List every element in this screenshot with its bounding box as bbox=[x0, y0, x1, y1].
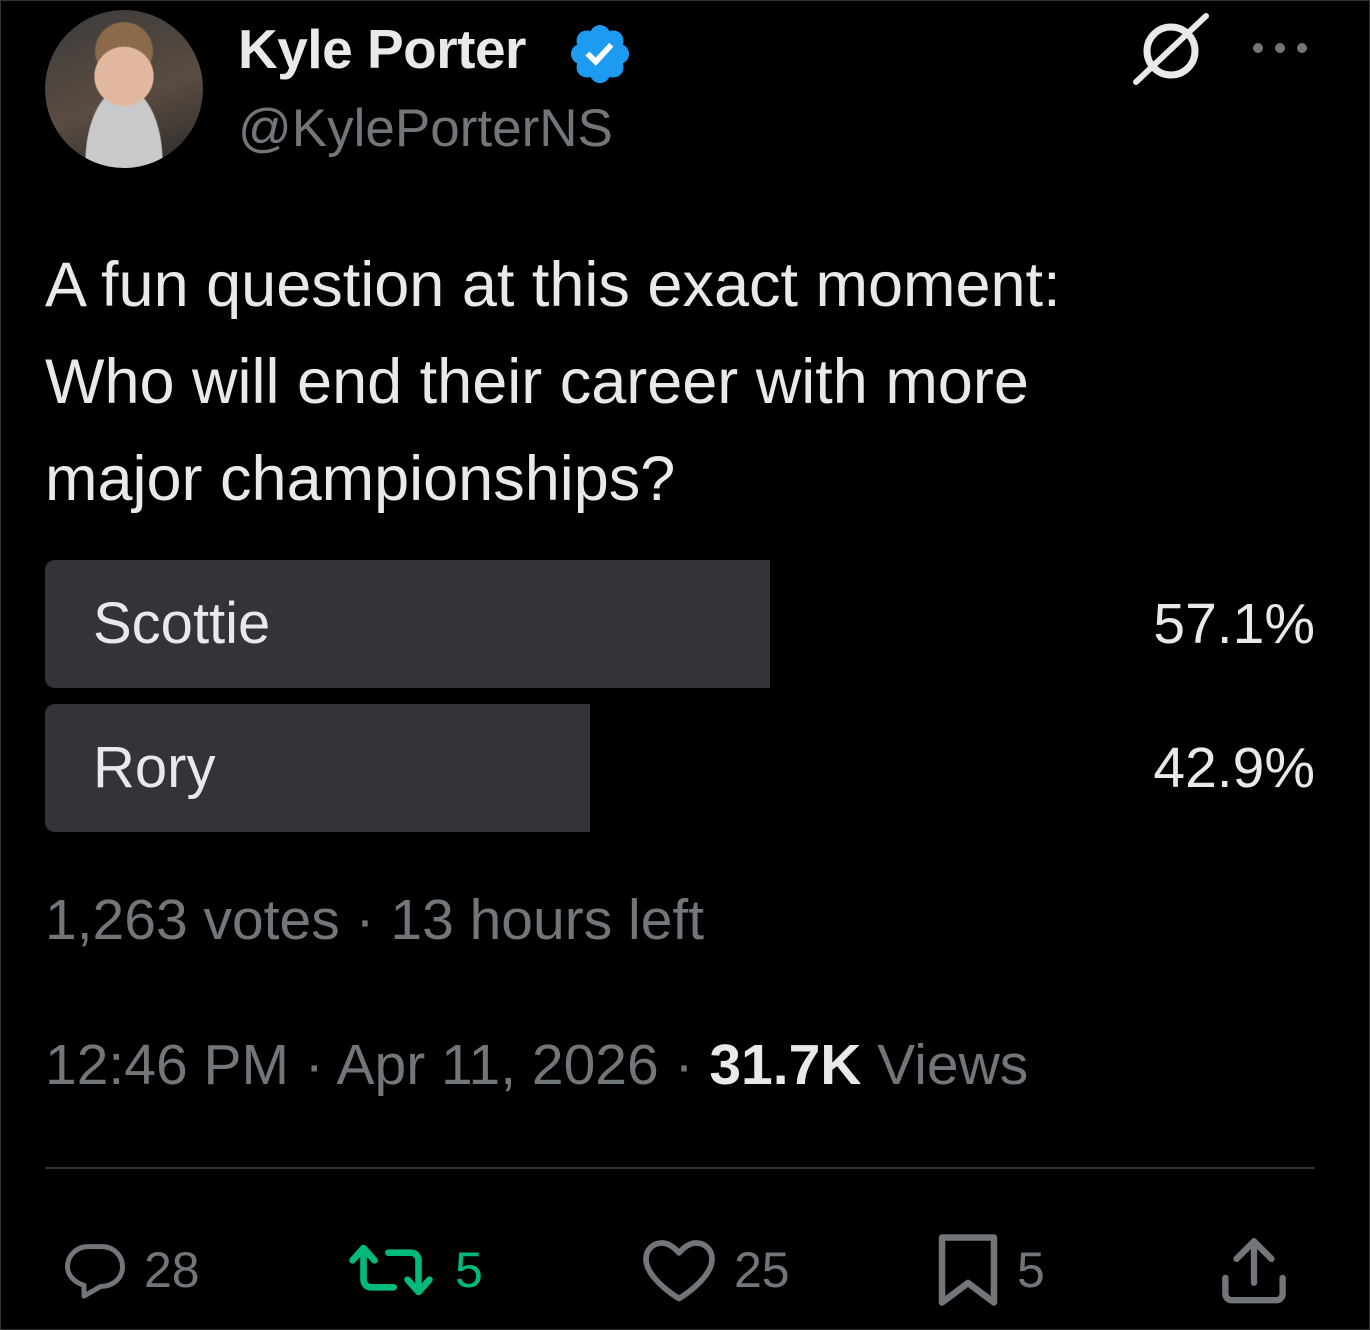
share-button[interactable] bbox=[1215, 1225, 1293, 1315]
reply-icon bbox=[65, 1244, 125, 1299]
timestamp[interactable]: 12:46 PM · Apr 11, 2026 · bbox=[45, 1033, 709, 1097]
bookmark-icon bbox=[938, 1234, 998, 1306]
retweet-icon bbox=[349, 1244, 433, 1296]
poll-option-label: Scottie bbox=[93, 591, 271, 656]
heart-icon bbox=[643, 1240, 715, 1302]
tweet-text-line: A fun question at this exact moment: bbox=[45, 250, 1061, 320]
poll-option-rory[interactable]: Rory 42.9% bbox=[45, 704, 1315, 832]
like-button[interactable]: 25 bbox=[640, 1225, 790, 1315]
divider bbox=[45, 1167, 1315, 1169]
retweet-button[interactable]: 5 bbox=[343, 1225, 483, 1315]
verified-badge-icon bbox=[570, 24, 630, 84]
tweet-text-line: Who will end their career with more bbox=[45, 347, 1029, 417]
poll-option-label: Rory bbox=[93, 735, 216, 800]
reply-button[interactable]: 28 bbox=[62, 1225, 200, 1315]
reply-count: 28 bbox=[144, 1242, 200, 1298]
tweet-text: A fun question at this exact moment: Who… bbox=[45, 237, 1325, 528]
share-icon bbox=[1222, 1238, 1286, 1304]
grok-icon[interactable] bbox=[1130, 10, 1212, 88]
tweet-text-line: major championships? bbox=[45, 444, 676, 514]
poll-option-percent: 57.1% bbox=[1153, 592, 1315, 656]
poll-meta: 1,263 votes · 13 hours left bbox=[45, 888, 705, 952]
bookmark-button[interactable]: 5 bbox=[935, 1225, 1045, 1315]
like-count: 25 bbox=[734, 1242, 790, 1298]
more-icon[interactable] bbox=[1250, 36, 1310, 60]
author-handle[interactable]: @KylePorterNS bbox=[238, 98, 613, 160]
poll-option-percent: 42.9% bbox=[1153, 736, 1315, 800]
retweet-count: 5 bbox=[455, 1242, 483, 1298]
views-count: 31.7K bbox=[709, 1033, 862, 1097]
timestamp-line: 12:46 PM · Apr 11, 2026 · 31.7K Views bbox=[45, 1030, 1028, 1100]
author-name[interactable]: Kyle Porter bbox=[238, 18, 526, 80]
bookmark-count: 5 bbox=[1017, 1242, 1045, 1298]
views-label: Views bbox=[861, 1033, 1029, 1097]
poll-option-scottie[interactable]: Scottie 57.1% bbox=[45, 560, 1315, 688]
avatar[interactable] bbox=[45, 10, 203, 168]
